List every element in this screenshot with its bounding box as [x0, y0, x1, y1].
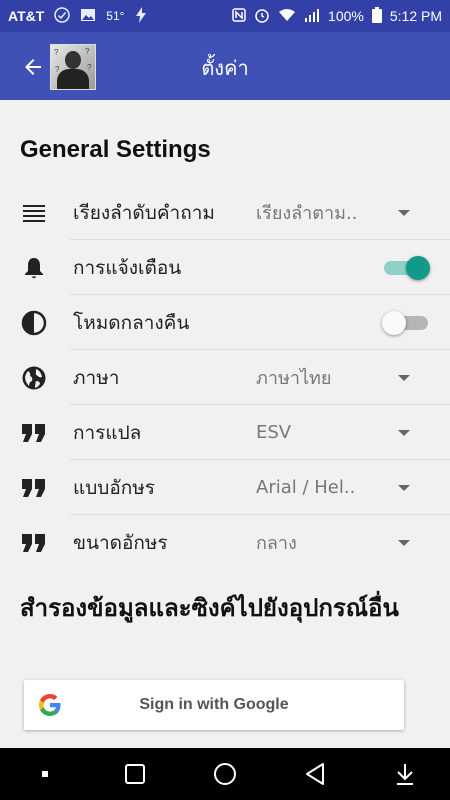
font-size-dropdown[interactable]: กลาง [256, 528, 297, 557]
carrier-label: AT&T [8, 8, 45, 24]
status-bar: AT&T 51° 100% 5:12 PM [0, 0, 450, 32]
page-title: ตั้งค่า [201, 56, 249, 80]
night-mode-toggle[interactable] [382, 310, 428, 335]
setting-label: การแปล [73, 421, 142, 444]
overview-button[interactable] [115, 754, 155, 794]
quote-icon [20, 529, 48, 557]
recents-dot-button[interactable] [25, 754, 65, 794]
dropdown-arrow-icon[interactable] [398, 539, 410, 546]
dropdown-arrow-icon[interactable] [398, 484, 410, 491]
setting-label: ภาษา [73, 366, 120, 389]
home-button[interactable] [205, 754, 245, 794]
image-icon [80, 8, 96, 25]
google-button-label: Sign in with Google [139, 696, 289, 713]
quote-icon [20, 419, 48, 447]
google-sign-in-button[interactable]: Sign in with Google [24, 680, 404, 730]
language-dropdown[interactable]: ภาษาไทย [256, 363, 331, 392]
backup-sync-heading: สำรองข้อมูลและซิงค์ไปยังอุปกรณ์อื่น [20, 594, 399, 622]
setting-label: แบบอักษร [73, 476, 156, 499]
clock-time: 5:12 PM [389, 8, 442, 24]
lightning-icon [134, 6, 148, 26]
temperature-label: 51° [106, 9, 125, 23]
setting-row-font[interactable]: แบบอักษร Arial / Hel.. [0, 460, 450, 515]
battery-icon [371, 6, 382, 26]
dropdown-arrow-icon[interactable] [398, 429, 410, 436]
signal-icon [304, 8, 320, 25]
setting-row-font-size[interactable]: ขนาดอักษร กลาง [0, 515, 450, 570]
font-dropdown[interactable]: Arial / Hel.. [256, 477, 355, 498]
contrast-icon [20, 309, 48, 337]
square-icon [125, 764, 145, 784]
nfc-icon [232, 7, 246, 25]
dropdown-arrow-icon[interactable] [398, 374, 410, 381]
quote-icon [20, 474, 48, 502]
wifi-icon [278, 8, 296, 25]
bell-icon [20, 254, 48, 282]
back-nav-button[interactable] [295, 754, 335, 794]
setting-row-notifications[interactable]: การแจ้งเตือน [0, 240, 450, 295]
battery-percent: 100% [328, 8, 364, 24]
sort-lines-icon [20, 199, 48, 227]
triangle-back-icon [306, 763, 324, 785]
general-settings-heading: General Settings [20, 136, 211, 163]
download-arrow-icon [397, 764, 413, 785]
dropdown-arrow-icon[interactable] [398, 209, 410, 216]
setting-label: การแจ้งเตือน [73, 256, 182, 279]
setting-label: โหมดกลางคืน [73, 311, 190, 334]
circle-icon [214, 763, 236, 785]
app-bar: ? ? ? ? ตั้งค่า [0, 32, 450, 100]
setting-label: เรียงลำดับคำถาม [73, 201, 215, 224]
settings-content: General Settings เรียงลำดับคำถาม เรียงลำ… [0, 100, 450, 748]
download-nav-button[interactable] [385, 754, 425, 794]
setting-row-night-mode[interactable]: โหมดกลางคืน [0, 295, 450, 350]
checkmark-circle-icon [54, 6, 71, 26]
system-nav-bar [0, 748, 450, 800]
notifications-toggle[interactable] [384, 255, 430, 280]
setting-label: ขนาดอักษร [73, 531, 168, 554]
globe-icon [20, 364, 48, 392]
setting-row-language[interactable]: ภาษา ภาษาไทย [0, 350, 450, 405]
alarm-icon [254, 7, 270, 26]
translation-dropdown[interactable]: ESV [256, 422, 291, 443]
setting-row-translation[interactable]: การแปล ESV [0, 405, 450, 460]
dot-icon [42, 771, 48, 777]
question-order-dropdown[interactable]: เรียงลำตาม.. [256, 198, 357, 227]
setting-row-question-order[interactable]: เรียงลำดับคำถาม เรียงลำตาม.. [0, 185, 450, 240]
